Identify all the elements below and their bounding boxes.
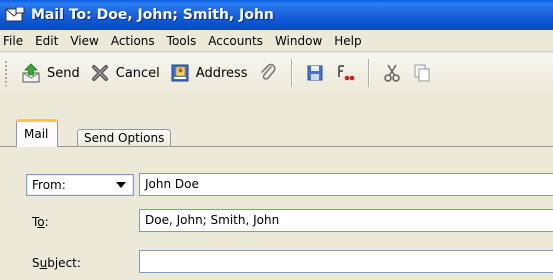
toolbar-separator (367, 59, 369, 87)
chevron-down-icon (116, 182, 126, 188)
copy-icon (414, 64, 430, 82)
cancel-button[interactable]: Cancel (85, 58, 165, 88)
subject-label: Subject: (32, 256, 81, 270)
from-label: From: (32, 178, 66, 192)
compose-form: From: John Doe To: Doe, John; Smith, Joh… (0, 154, 553, 280)
menu-view[interactable]: View (64, 31, 104, 51)
menu-bar: File Edit View Actions Tools Accounts Wi… (0, 30, 553, 52)
copy-button[interactable] (407, 58, 437, 88)
menu-accounts[interactable]: Accounts (202, 31, 269, 51)
menu-edit[interactable]: Edit (29, 31, 64, 51)
tab-mail[interactable]: Mail (16, 119, 59, 147)
address-label: Address (195, 65, 248, 81)
cancel-label: Cancel (115, 65, 160, 81)
tab-send-options[interactable]: Send Options (77, 129, 172, 147)
tab-divider (0, 146, 553, 147)
tab-strip: Mail Send Options (0, 93, 553, 153)
to-field[interactable]: Doe, John; Smith, John (139, 209, 553, 232)
spell-check-icon (337, 65, 354, 81)
send-button[interactable]: Send (16, 58, 85, 88)
attach-button[interactable] (253, 58, 283, 88)
window-title: Mail To: Doe, John; Smith, John (31, 7, 274, 23)
cut-button[interactable] (377, 58, 407, 88)
paperclip-icon (260, 63, 276, 80)
from-dropdown[interactable]: From: (26, 174, 134, 196)
menu-help[interactable]: Help (328, 31, 367, 51)
toolbar-separator (290, 59, 292, 87)
spell-check-button[interactable] (330, 58, 360, 88)
to-label: To: (32, 215, 49, 229)
menu-file[interactable]: File (0, 31, 29, 51)
mail-compose-icon (5, 7, 25, 22)
title-bar[interactable]: Mail To: Doe, John; Smith, John (0, 0, 553, 30)
address-button[interactable]: Address (165, 58, 253, 88)
menu-window[interactable]: Window (269, 31, 328, 51)
save-button[interactable] (300, 58, 330, 88)
toolbar-grip[interactable] (4, 60, 8, 86)
send-icon (22, 63, 40, 83)
cut-icon (383, 64, 400, 82)
cancel-icon (91, 65, 108, 81)
save-icon (307, 65, 323, 81)
from-field[interactable]: John Doe (139, 173, 553, 196)
subject-field[interactable] (139, 250, 553, 273)
send-label: Send (47, 65, 80, 81)
toolbar: Send Cancel Address (0, 53, 553, 93)
menu-actions[interactable]: Actions (105, 31, 161, 51)
address-book-icon (171, 64, 189, 82)
menu-tools[interactable]: Tools (161, 31, 203, 51)
